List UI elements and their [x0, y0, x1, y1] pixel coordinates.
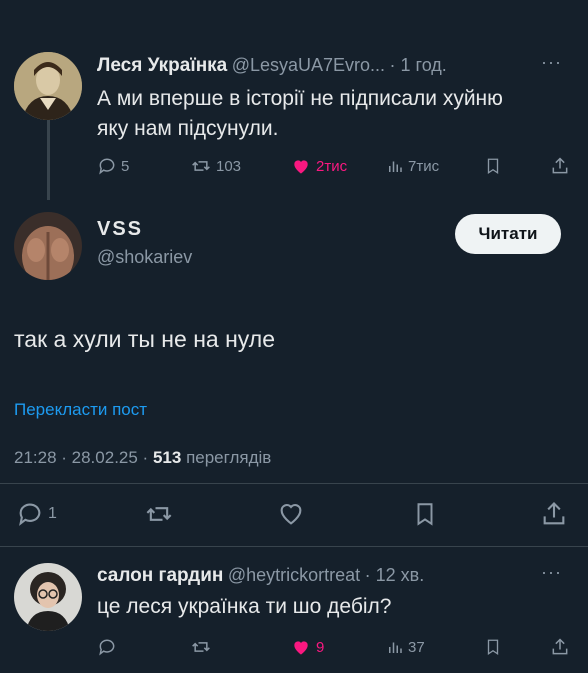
bookmark-icon [487, 639, 499, 656]
like-count: 2тис [316, 157, 348, 175]
follow-button[interactable]: Читати [455, 214, 561, 254]
retweet-icon [192, 161, 210, 171]
bookmark-icon [417, 503, 433, 526]
heart-filled-icon [294, 160, 308, 174]
divider [0, 483, 588, 484]
tweet-text: так а хули ты не на нуле [14, 326, 275, 352]
reply-count: 1 [48, 505, 57, 522]
views-label: переглядів [186, 448, 272, 467]
reply-button[interactable]: 5 [97, 156, 129, 176]
bookmark-button[interactable] [484, 156, 502, 176]
more-options-icon[interactable]: ··· [541, 52, 562, 73]
share-icon [543, 502, 565, 525]
reply-count: 5 [121, 157, 130, 175]
retweet-button[interactable] [190, 637, 212, 657]
retweet-icon [192, 642, 210, 652]
thread-connector [47, 120, 50, 200]
share-icon [552, 157, 568, 174]
bookmark-button[interactable] [484, 637, 502, 657]
avatar-lesya[interactable] [14, 52, 82, 120]
bookmark-button[interactable] [412, 500, 438, 528]
reply-icon [19, 503, 41, 526]
share-button[interactable] [550, 156, 570, 176]
tweet-text-line: А ми вперше в історії не підписали хуйню [97, 87, 503, 110]
like-button[interactable] [276, 500, 306, 528]
author-name[interactable]: салон гардин [97, 565, 223, 586]
divider [0, 546, 588, 547]
like-button[interactable]: 9 [290, 637, 324, 657]
tweet-text-line: яку нам підсунули. [97, 117, 279, 140]
views-icon [389, 161, 402, 172]
translate-link[interactable]: Перекласти пост [14, 400, 147, 420]
tweet-timestamp[interactable]: 21:28 · 28.02.25 · [14, 448, 148, 467]
more-options-icon[interactable]: ··· [541, 562, 562, 583]
author-handle[interactable]: @shokariev [97, 247, 192, 268]
author-name[interactable]: Леся Українка [97, 55, 227, 76]
views-button[interactable]: 37 [386, 637, 425, 657]
share-button[interactable] [550, 637, 570, 657]
share-button[interactable] [540, 500, 568, 528]
retweet-count: 103 [216, 157, 242, 175]
reply-icon [99, 158, 115, 175]
reply-button[interactable] [97, 637, 117, 657]
bookmark-icon [487, 158, 499, 175]
views-count: 37 [408, 638, 425, 656]
heart-icon [280, 504, 302, 525]
views-count: 513 [152, 448, 182, 467]
views-button[interactable]: 7тис [386, 156, 439, 176]
tweet-time[interactable]: · 1 год. [390, 55, 447, 75]
share-icon [552, 638, 568, 655]
heart-filled-icon [294, 641, 308, 655]
reply-button[interactable]: 1 [16, 500, 57, 528]
author-handle[interactable]: @heytrickortreat [228, 565, 360, 585]
retweet-button[interactable]: 103 [190, 156, 241, 176]
retweet-icon [146, 507, 172, 521]
author-name[interactable]: VSS [97, 218, 192, 241]
tweet-text: це леся українка ти шо дебіл? [97, 595, 392, 618]
author-handle[interactable]: @LesyaUA7Evro... [232, 55, 385, 75]
retweet-button[interactable] [144, 500, 174, 528]
reply-icon [99, 639, 115, 656]
views-icon [389, 642, 402, 653]
like-button[interactable]: 2тис [290, 156, 347, 176]
tweet-time[interactable]: · 12 хв. [365, 565, 425, 585]
avatar-vss[interactable] [14, 212, 82, 280]
avatar-salon-gardyn[interactable] [14, 563, 82, 631]
like-count: 9 [316, 638, 325, 656]
views-count: 7тис [408, 157, 440, 175]
